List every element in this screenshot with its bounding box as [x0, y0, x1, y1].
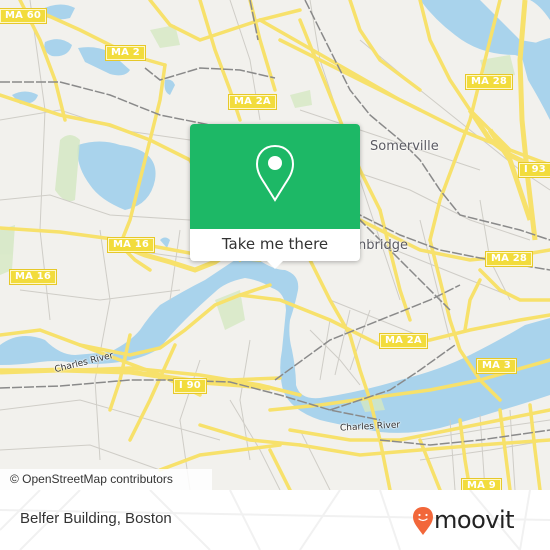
shield-ma28-south: MA 28 — [484, 251, 534, 267]
shield-ma60: MA 60 — [0, 8, 48, 24]
map-attribution[interactable]: © OpenStreetMap contributors — [0, 469, 212, 490]
popup-pointer — [266, 260, 284, 269]
shield-ma16-west: MA 16 — [8, 269, 58, 285]
shield-ma9: MA 9 — [461, 478, 502, 490]
destination-popup: Take me there — [190, 124, 360, 269]
place-label-somerville: Somerville — [370, 139, 439, 154]
shield-i90: I 90 — [173, 378, 207, 394]
shield-ma2a-north: MA 2A — [228, 94, 277, 110]
take-me-there-button[interactable]: Take me there — [190, 229, 360, 261]
footer-bar: Belfer Building, Boston moovit — [0, 490, 550, 550]
location-pin-icon — [255, 144, 295, 202]
shield-ma16-mid: MA 16 — [106, 237, 156, 253]
map-view[interactable]: MA 60 MA 2 MA 2A MA 28 I 93 MA 16 MA 16 … — [0, 0, 550, 490]
shield-ma28-north: MA 28 — [464, 74, 514, 90]
place-label-cambridge: nbridge — [358, 238, 408, 253]
shield-ma2a-south: MA 2A — [379, 333, 428, 349]
place-name: Belfer Building, Boston — [20, 510, 172, 527]
shield-ma2: MA 2 — [105, 45, 146, 61]
moovit-logo[interactable]: moovit — [412, 502, 542, 538]
popup-header[interactable] — [190, 124, 360, 229]
shield-i93: I 93 — [518, 162, 550, 178]
moovit-wordmark: moovit — [434, 506, 515, 534]
moovit-pin-icon — [413, 507, 433, 535]
shield-ma3: MA 3 — [476, 358, 517, 374]
